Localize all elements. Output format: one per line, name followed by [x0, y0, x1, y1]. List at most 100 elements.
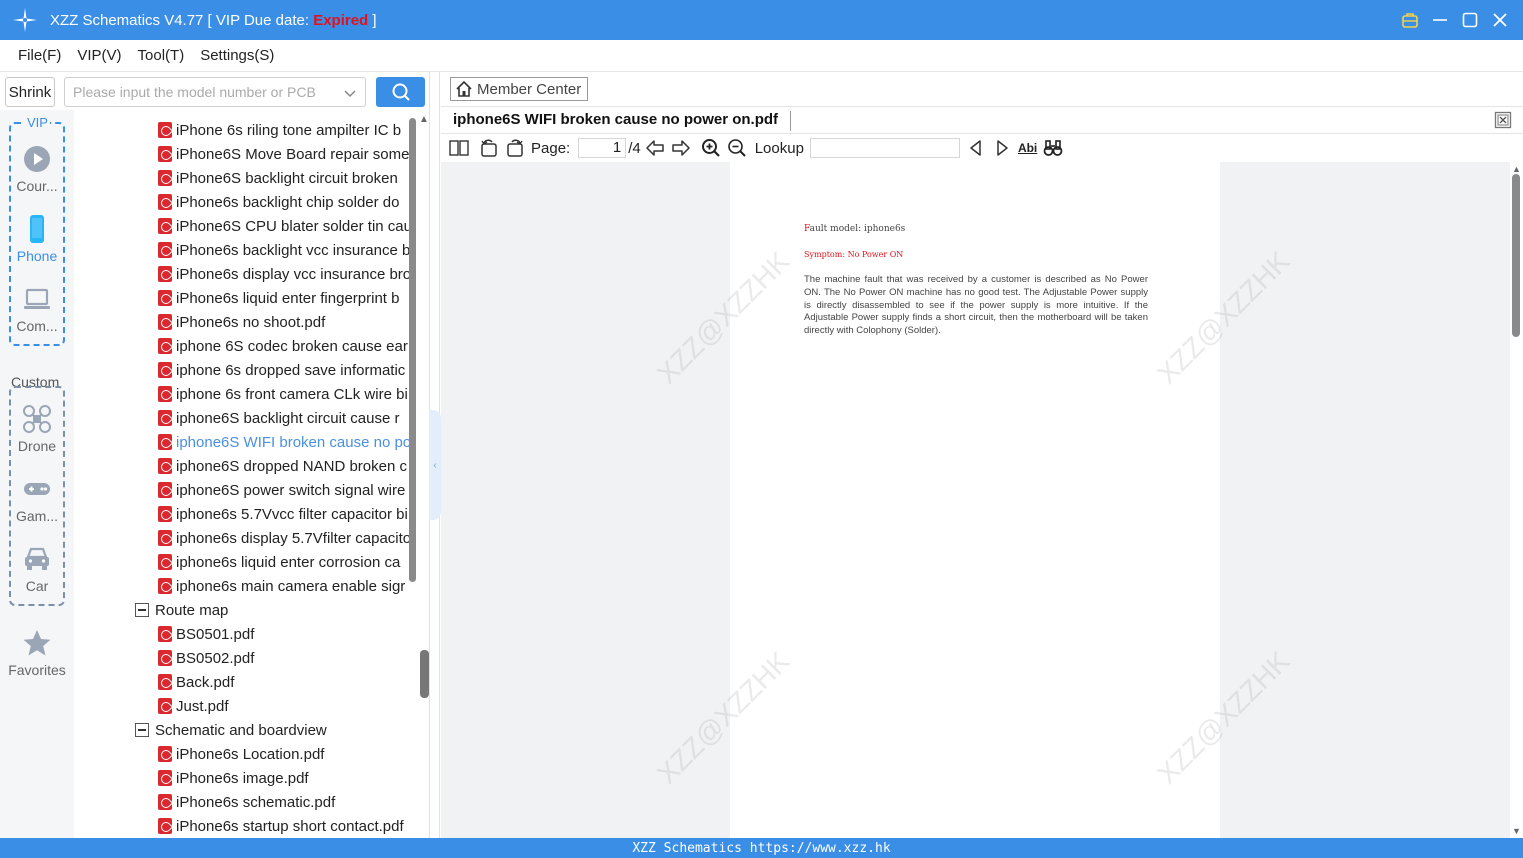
find-all-binoculars-icon[interactable] — [1043, 138, 1063, 158]
close-tab-icon[interactable] — [1494, 111, 1512, 129]
tree-file[interactable]: Back.pdf — [158, 670, 234, 694]
menu-settings[interactable]: Settings(S) — [200, 47, 274, 64]
vip-bag-icon[interactable] — [1401, 11, 1419, 29]
tree-folder-route-map[interactable]: Route map — [135, 598, 228, 622]
tree-file[interactable]: iphone 6S codec broken cause ear — [158, 334, 408, 358]
category-phone[interactable]: Phone — [0, 214, 74, 264]
pdf-file-icon — [158, 290, 172, 306]
tree-file[interactable]: iPhone6s image.pdf — [158, 766, 309, 790]
category-courses[interactable]: Cour... — [0, 144, 74, 194]
status-bar: XZZ Schematics https://www.xzz.hk — [0, 838, 1523, 858]
category-car[interactable]: Car — [0, 544, 74, 594]
rotate-right-icon[interactable] — [505, 138, 525, 158]
pdf-file-icon — [158, 386, 172, 402]
category-computer[interactable]: Com... — [0, 284, 74, 334]
pdf-file-icon — [158, 338, 172, 354]
model-search-input[interactable]: Please input the model number or PCB — [64, 77, 366, 107]
page-total: /4 — [628, 139, 641, 157]
member-center-button[interactable]: Member Center — [450, 77, 588, 101]
pdf-file-icon — [158, 410, 172, 426]
scroll-up-arrow-icon[interactable]: ▲ — [1512, 164, 1521, 174]
search-placeholder: Please input the model number or PCB — [73, 84, 316, 100]
pdf-file-icon — [158, 554, 172, 570]
tree-file[interactable]: iPhone6s backlight vcc insurance b — [158, 238, 410, 262]
page-number-input[interactable]: 1 — [578, 138, 627, 158]
pdf-file-icon — [158, 218, 172, 234]
fault-model-text: Fault model: iphone6s — [804, 224, 906, 234]
pdf-file-icon — [158, 650, 172, 666]
scroll-down-arrow-icon[interactable]: ▼ — [1512, 826, 1521, 836]
pdf-file-icon — [158, 146, 172, 162]
tree-file[interactable]: iPhone6s startup short contact.pdf — [158, 814, 404, 838]
category-game[interactable]: Gam... — [0, 474, 74, 524]
collapse-panel-handle[interactable]: ‹ — [429, 410, 441, 520]
find-previous-icon[interactable] — [966, 138, 986, 158]
document-tab[interactable]: iphone6S WIFI broken cause no power on.p… — [453, 111, 792, 131]
tree-file[interactable]: iPhone6S Move Board repair some — [158, 142, 409, 166]
menu-vip[interactable]: VIP(V) — [77, 47, 121, 64]
menu-tool[interactable]: Tool(T) — [138, 47, 185, 64]
menu-file[interactable]: File(F) — [18, 47, 61, 64]
collapse-toggle-icon[interactable] — [135, 603, 149, 617]
tree-file[interactable]: Just.pdf — [158, 694, 229, 718]
category-favorites[interactable]: Favorites — [0, 628, 74, 678]
close-icon[interactable] — [1491, 11, 1509, 29]
symptom-text: Symptom: No Power ON — [804, 250, 904, 259]
tree-file[interactable]: iPhone6s backlight chip solder do — [158, 190, 399, 214]
collapse-toggle-icon[interactable] — [135, 723, 149, 737]
tree-vertical-scrollbar[interactable] — [409, 118, 416, 582]
tree-file[interactable]: iPhone6s Location.pdf — [158, 742, 324, 766]
zoom-in-icon[interactable] — [701, 138, 721, 158]
tree-file[interactable]: iPhone6s display vcc insurance bro — [158, 262, 411, 286]
previous-page-icon[interactable] — [645, 138, 665, 158]
tree-file[interactable]: BS0501.pdf — [158, 622, 254, 646]
tree-file[interactable]: iPhone6S CPU blater solder tin cau — [158, 214, 412, 238]
shrink-button[interactable]: Shrink — [5, 77, 55, 107]
pdf-viewer[interactable]: Fault model: iphone6s Symptom: No Power … — [441, 162, 1510, 838]
tree-file[interactable]: iphone6s main camera enable sigr — [158, 574, 405, 598]
tree-outer-scrollbar[interactable] — [420, 650, 429, 698]
match-case-icon[interactable]: Abi — [1018, 138, 1037, 158]
tree-file[interactable]: iPhone 6s riling tone ampilter IC b — [158, 118, 401, 142]
zoom-out-icon[interactable] — [727, 138, 747, 158]
maximize-icon[interactable] — [1461, 11, 1479, 29]
lookup-input[interactable] — [809, 138, 960, 158]
tree-file[interactable]: iPhone6s liquid enter fingerprint b — [158, 286, 399, 310]
tree-file[interactable]: iphone6S dropped NAND broken c — [158, 454, 407, 478]
tree-file[interactable]: BS0502.pdf — [158, 646, 254, 670]
tree-file[interactable]: iphone6s liquid enter corrosion ca — [158, 550, 400, 574]
minimize-icon[interactable] — [1431, 11, 1449, 29]
pdf-file-icon — [158, 674, 172, 690]
app-logo-icon — [13, 8, 37, 32]
viewer-vertical-scrollbar[interactable]: ▲ ▼ — [1510, 162, 1523, 838]
search-button[interactable] — [376, 77, 425, 107]
pdf-toolbar: Page: 1 /4 Lookup Abi — [441, 134, 1523, 162]
gamepad-icon — [24, 483, 50, 495]
tree-file[interactable]: iphone6S power switch signal wire — [158, 478, 405, 502]
pdf-file-icon — [158, 194, 172, 210]
tree-folder-schematic[interactable]: Schematic and boardview — [135, 718, 327, 742]
rotate-left-icon[interactable] — [479, 138, 499, 158]
pdf-file-icon — [158, 458, 172, 474]
dual-page-icon[interactable] — [449, 138, 469, 158]
scroll-up-arrow-icon[interactable]: ▲ — [419, 114, 429, 125]
page-label: Page: — [531, 139, 571, 157]
pdf-file-icon — [158, 122, 172, 138]
tree-file[interactable]: iphone6S backlight circuit cause r — [158, 406, 399, 430]
tree-file[interactable]: iphone6s 5.7Vvcc filter capacitor bi — [158, 502, 408, 526]
next-page-icon[interactable] — [671, 138, 691, 158]
tree-file-selected[interactable]: iphone6S WIFI broken cause no po — [158, 430, 411, 454]
tree-file[interactable]: iPhone6S backlight circuit broken — [158, 166, 398, 190]
chevron-down-icon[interactable] — [343, 86, 357, 103]
tree-file[interactable]: iPhone6s no shoot.pdf — [158, 310, 325, 334]
tree-file[interactable]: iphone6s display 5.7Vfilter capacito — [158, 526, 411, 550]
tree-file[interactable]: iPhone6s schematic.pdf — [158, 790, 335, 814]
scroll-thumb[interactable] — [1512, 174, 1520, 337]
window-title: XZZ Schematics V4.77 [ VIP Due date: Exp… — [50, 11, 377, 29]
tree-file[interactable]: iphone 6s front camera CLk wire bi — [158, 382, 408, 406]
pdf-file-icon — [158, 482, 172, 498]
category-drone[interactable]: Drone — [0, 404, 74, 454]
menu-bar: File(F) VIP(V) Tool(T) Settings(S) — [0, 40, 1523, 72]
tree-file[interactable]: iphone 6s dropped save informatic — [158, 358, 405, 382]
find-next-icon[interactable] — [992, 138, 1012, 158]
